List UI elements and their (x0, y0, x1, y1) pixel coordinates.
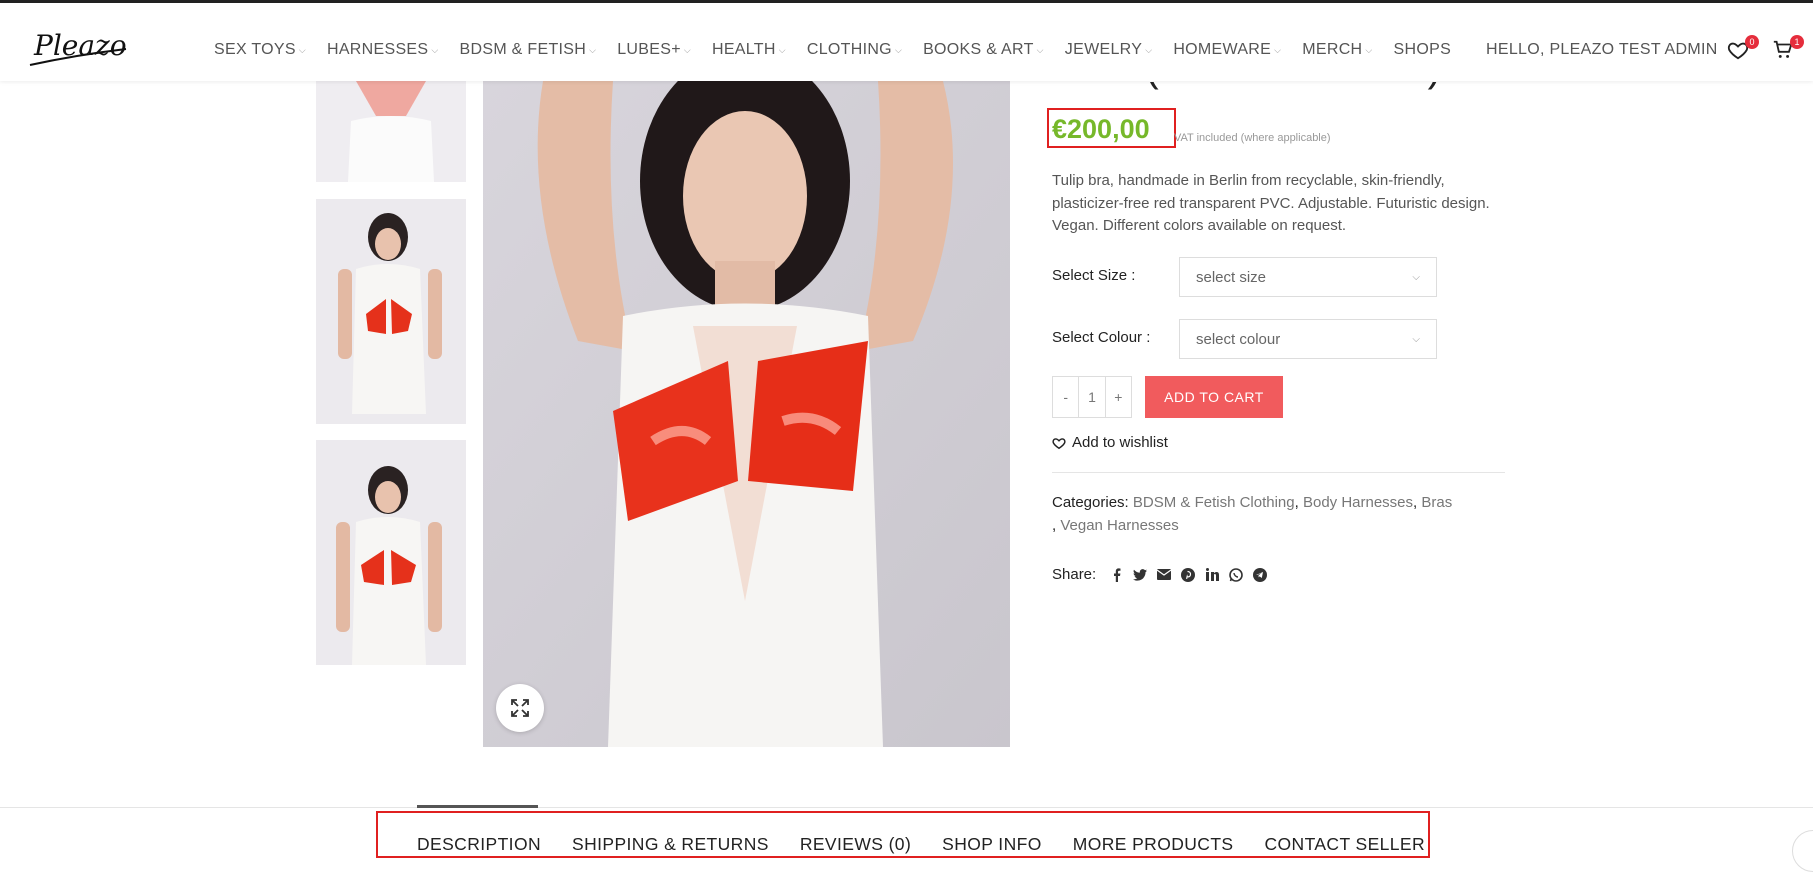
nav-label[interactable]: HEALTH (712, 41, 776, 59)
size-select[interactable]: select size ⌵ (1179, 257, 1437, 297)
chevron-down-icon: ⌵ (1412, 271, 1420, 283)
user-greeting[interactable]: HELLO, PLEAZO TEST ADMIN (1486, 41, 1718, 59)
product-main-image[interactable] (483, 81, 1010, 747)
nav-bdsm-fetish[interactable]: BDSM & FETISH ⌵ (460, 41, 597, 59)
colour-label: Select Colour : (1052, 329, 1151, 346)
nav-label[interactable]: SEX TOYS (214, 41, 296, 59)
category-link[interactable]: BDSM & Fetish Clothing (1133, 494, 1295, 511)
chevron-down-icon: ⌵ (298, 44, 306, 55)
product-categories: Categories: BDSM & Fetish Clothing, Body… (1052, 494, 1453, 534)
tab-description[interactable]: DESCRIPTION (417, 834, 541, 855)
wishlist-count-badge: 0 (1745, 35, 1759, 49)
chevron-down-icon: ⌵ (589, 44, 597, 55)
category-link[interactable]: Vegan Harnesses (1060, 517, 1178, 534)
product-thumbnail[interactable] (316, 199, 466, 424)
add-to-wishlist-link[interactable]: Add to wishlist (1052, 434, 1168, 451)
add-to-cart-button[interactable]: ADD TO CART (1145, 376, 1283, 418)
chevron-down-icon: ⌵ (1365, 44, 1373, 55)
divider (1052, 472, 1505, 473)
thumbnail-image (316, 81, 466, 182)
product-tabs: DESCRIPTION SHIPPING & RETURNS REVIEWS (… (417, 834, 1456, 855)
share-row: Share: (1052, 566, 1268, 583)
colour-select-value: select colour (1196, 330, 1281, 348)
nav-label[interactable]: HOMEWARE (1173, 41, 1271, 59)
nav-harnesses[interactable]: HARNESSES ⌵ (327, 41, 439, 59)
chevron-down-icon: ⌵ (1412, 333, 1420, 345)
nav-label[interactable]: JEWELRY (1065, 41, 1142, 59)
nav-label[interactable]: BOOKS & ART (923, 41, 1034, 59)
linkedin-icon[interactable] (1204, 567, 1220, 583)
product-price: €200,00 (1052, 114, 1150, 144)
thumbnail-image (316, 440, 466, 665)
active-tab-indicator (417, 805, 538, 808)
site-logo[interactable]: Pleazo (26, 25, 131, 71)
nav-books-art[interactable]: BOOKS & ART ⌵ (923, 41, 1044, 59)
chevron-down-icon: ⌵ (1145, 44, 1153, 55)
chevron-down-icon: ⌵ (1036, 44, 1044, 55)
chevron-down-icon: ⌵ (1274, 44, 1282, 55)
telegram-icon[interactable] (1252, 567, 1268, 583)
facebook-icon[interactable] (1108, 567, 1124, 583)
email-icon[interactable] (1156, 567, 1172, 583)
chevron-down-icon: ⌵ (431, 44, 439, 55)
main-nav: SEX TOYS ⌵ HARNESSES ⌵ BDSM & FETISH ⌵ LUBE… (214, 41, 1472, 59)
twitter-icon[interactable] (1132, 567, 1148, 583)
nav-clothing[interactable]: CLOTHING ⌵ (807, 41, 902, 59)
nav-jewelry[interactable]: JEWELRY ⌵ (1065, 41, 1153, 59)
cart-count-badge: 1 (1790, 35, 1804, 49)
nav-label[interactable]: CLOTHING (807, 41, 892, 59)
qty-input[interactable]: 1 (1079, 377, 1106, 417)
tab-shop-info[interactable]: SHOP INFO (942, 834, 1042, 855)
qty-minus-button[interactable]: - (1053, 377, 1080, 417)
heart-icon (1052, 437, 1066, 449)
colour-select[interactable]: select colour ⌵ (1179, 319, 1437, 359)
nav-health[interactable]: HEALTH ⌵ (712, 41, 786, 59)
product-thumbnail[interactable] (316, 440, 466, 665)
chevron-down-icon: ⌵ (894, 44, 903, 55)
zoom-button[interactable] (496, 684, 544, 732)
chevron-down-icon: ⌵ (683, 44, 691, 55)
category-link[interactable]: Body Harnesses (1303, 494, 1413, 511)
vat-note: VAT included (where applicable) (1174, 132, 1331, 144)
thumbnail-image (316, 199, 466, 424)
tab-shipping-returns[interactable]: SHIPPING & RETURNS (572, 834, 769, 855)
header-wishlist[interactable]: 0 (1727, 35, 1759, 65)
qty-plus-button[interactable]: + (1106, 377, 1131, 417)
whatsapp-icon[interactable] (1228, 567, 1244, 583)
nav-label[interactable]: BDSM & FETISH (460, 41, 587, 59)
nav-label[interactable]: SHOPS (1394, 41, 1452, 59)
tab-contact-seller[interactable]: CONTACT SELLER (1264, 834, 1425, 855)
nav-shops[interactable]: SHOPS (1394, 41, 1452, 59)
tabs-divider (0, 807, 1813, 808)
nav-label[interactable]: LUBES+ (617, 41, 681, 59)
size-label: Select Size : (1052, 267, 1136, 284)
tab-reviews[interactable]: REVIEWS (0) (800, 834, 911, 855)
nav-label[interactable]: HARNESSES (327, 41, 428, 59)
category-link[interactable]: Bras (1421, 494, 1452, 511)
categories-label: Categories: (1052, 494, 1129, 511)
product-description: Tulip bra, handmade in Berlin from recyc… (1052, 172, 1490, 234)
logo-text: Pleazo (33, 29, 127, 62)
size-select-value: select size (1196, 268, 1267, 286)
wishlist-label[interactable]: Add to wishlist (1072, 434, 1168, 451)
nav-lubes[interactable]: LUBES+ ⌵ (617, 41, 691, 59)
nav-sex-toys[interactable]: SEX TOYS ⌵ (214, 41, 306, 59)
nav-merch[interactable]: MERCH ⌵ (1302, 41, 1372, 59)
nav-homeware[interactable]: HOMEWARE ⌵ (1173, 41, 1281, 59)
site-header: Pleazo SEX TOYS ⌵ HARNESSES ⌵ BDSM & FETIS… (0, 3, 1813, 81)
share-label: Share: (1052, 566, 1097, 583)
quantity-stepper: - 1 + (1052, 376, 1132, 418)
product-thumbnail[interactable] (316, 81, 466, 182)
scroll-to-top-button[interactable] (1792, 830, 1813, 872)
main-image-graphic (483, 81, 1010, 747)
nav-label[interactable]: MERCH (1302, 41, 1362, 59)
pinterest-icon[interactable] (1180, 567, 1196, 583)
expand-icon (511, 699, 529, 717)
chevron-down-icon: ⌵ (778, 44, 786, 55)
header-cart[interactable]: 1 (1772, 35, 1804, 65)
tab-more-products[interactable]: MORE PRODUCTS (1073, 834, 1234, 855)
